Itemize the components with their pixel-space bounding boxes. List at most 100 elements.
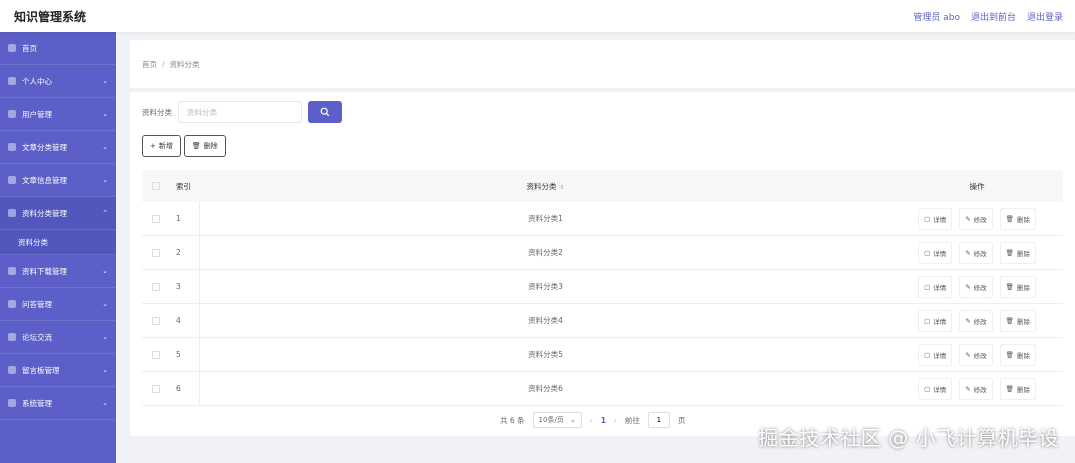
- sidebar-item-home[interactable]: 首页: [0, 32, 116, 65]
- delete-label: 删除: [1016, 351, 1030, 360]
- pagination-total: 共 6 条: [500, 415, 525, 425]
- row-checkbox[interactable]: [152, 282, 160, 291]
- next-page-button[interactable]: ›: [614, 416, 617, 425]
- detail-button[interactable]: ▢ 详情: [918, 377, 953, 400]
- sidebar-item-qa[interactable]: 问答管理 ⌄: [0, 288, 116, 321]
- sidebar-item-system[interactable]: 系统管理 ⌄: [0, 387, 116, 420]
- row-delete-button[interactable]: 🗑 删除: [999, 275, 1036, 298]
- delete-label: 删除: [1016, 385, 1030, 394]
- edit-button[interactable]: ✎ 修改: [959, 309, 993, 332]
- delete-button[interactable]: 🗑 删除: [183, 135, 226, 157]
- sidebar-item-article-category[interactable]: 文章分类管理 ⌄: [0, 131, 116, 164]
- sidebar-item-personal-center[interactable]: 个人中心 ⌄: [0, 65, 116, 98]
- table-row: 3 资料分类3 ▢ 详情 ✎ 修改 🗑 删除: [142, 270, 1063, 304]
- edit-icon: ✎: [965, 282, 971, 291]
- sidebar-item-forum[interactable]: 论坛交流 ⌄: [0, 321, 116, 354]
- row-delete-button[interactable]: 🗑 删除: [999, 241, 1036, 264]
- sidebar-item-label: 论坛交流: [22, 332, 52, 342]
- detail-icon: ▢: [924, 384, 931, 393]
- edit-label: 修改: [973, 317, 987, 326]
- chevron-down-icon: ⌄: [102, 143, 108, 151]
- row-ops: ▢ 详情 ✎ 修改 🗑 删除: [891, 377, 1063, 400]
- users-icon: [8, 110, 16, 118]
- sidebar-subitem-material-category[interactable]: 资料分类: [0, 230, 116, 255]
- detail-label: 详情: [933, 351, 947, 360]
- sidebar-item-article-info[interactable]: 文章信息管理 ⌄: [0, 164, 116, 197]
- row-delete-button[interactable]: 🗑 删除: [999, 343, 1036, 366]
- edit-button[interactable]: ✎ 修改: [959, 207, 993, 230]
- row-checkbox[interactable]: [152, 214, 160, 223]
- detail-button[interactable]: ▢ 详情: [918, 309, 953, 332]
- select-all-cell: [142, 182, 170, 190]
- top-bar-links: 管理员 abo 退出到前台 退出登录: [913, 10, 1063, 23]
- detail-label: 详情: [933, 317, 947, 326]
- goto-label: 前往: [624, 415, 640, 425]
- message-icon: [8, 366, 16, 374]
- breadcrumb-current: 资料分类: [169, 59, 200, 69]
- row-ops: ▢ 详情 ✎ 修改 🗑 删除: [891, 343, 1063, 366]
- prev-page-button[interactable]: ‹: [590, 416, 593, 425]
- logout-link[interactable]: 退出登录: [1027, 10, 1063, 23]
- sidebar-item-material-category[interactable]: 资料分类管理 ⌃: [0, 197, 116, 230]
- table-row: 1 资料分类1 ▢ 详情 ✎ 修改 🗑 删除: [142, 202, 1063, 236]
- edit-button[interactable]: ✎ 修改: [959, 241, 993, 264]
- detail-button[interactable]: ▢ 详情: [918, 207, 953, 230]
- sidebar-item-user-management[interactable]: 用户管理 ⌄: [0, 98, 116, 131]
- row-checkbox[interactable]: [152, 316, 160, 325]
- sidebar-item-material-download[interactable]: 资料下载管理 ⌄: [0, 255, 116, 288]
- exit-to-frontend-link[interactable]: 退出到前台: [971, 10, 1016, 23]
- edit-icon: ✎: [965, 384, 971, 393]
- chevron-down-icon: ⌄: [102, 77, 108, 85]
- sort-icon[interactable]: ⇕: [559, 184, 564, 191]
- detail-label: 详情: [933, 249, 947, 258]
- edit-button[interactable]: ✎ 修改: [959, 343, 993, 366]
- edit-button[interactable]: ✎ 修改: [959, 377, 993, 400]
- search-row: 资料分类: [142, 101, 342, 123]
- edit-label: 修改: [973, 283, 987, 292]
- trash-icon: 🗑: [1005, 214, 1014, 223]
- edit-icon: ✎: [965, 214, 971, 223]
- sidebar-item-label: 文章分类管理: [22, 142, 67, 152]
- sidebar-item-message-board[interactable]: 留言板管理 ⌄: [0, 354, 116, 387]
- select-all-checkbox[interactable]: [152, 182, 160, 190]
- row-delete-button[interactable]: 🗑 删除: [999, 377, 1036, 400]
- header-category[interactable]: 资料分类 ⇕: [200, 181, 891, 192]
- detail-button[interactable]: ▢ 详情: [918, 241, 953, 264]
- table-header: 索引 资料分类 ⇕ 操作: [142, 170, 1063, 202]
- row-index: 4: [170, 304, 200, 337]
- edit-label: 修改: [973, 215, 987, 224]
- row-checkbox[interactable]: [152, 350, 160, 359]
- main-panel: 资料分类 + 新增 🗑 删除 索引 资料分类⇕ 操作 1 资料分类1 ▢详情: [130, 92, 1075, 436]
- row-checkbox[interactable]: [152, 248, 160, 257]
- search-button[interactable]: [308, 101, 342, 123]
- breadcrumb-home[interactable]: 首页: [142, 59, 157, 70]
- chevron-down-icon: ⌄: [102, 366, 108, 374]
- edit-button[interactable]: ✎ 修改: [959, 275, 993, 298]
- admin-user-label[interactable]: 管理员 abo: [913, 10, 960, 23]
- qa-icon: [8, 300, 16, 308]
- trash-icon: 🗑: [1005, 248, 1014, 257]
- search-input[interactable]: [178, 101, 302, 123]
- add-button[interactable]: + 新增: [142, 135, 181, 157]
- header-ops: 操作: [969, 181, 985, 191]
- row-checkbox[interactable]: [152, 384, 160, 393]
- row-delete-button[interactable]: 🗑 删除: [999, 207, 1036, 230]
- page-number-current[interactable]: 1: [601, 416, 606, 425]
- chevron-down-icon: ⌄: [102, 110, 108, 118]
- detail-button[interactable]: ▢ 详情: [918, 343, 953, 366]
- table-row: 6 资料分类6 ▢ 详情 ✎ 修改 🗑 删除: [142, 372, 1063, 406]
- header-category-label: 资料分类: [526, 181, 557, 191]
- detail-icon: ▢: [924, 214, 931, 223]
- sidebar: 首页 个人中心 ⌄ 用户管理 ⌄ 文章分类管理 ⌄ 文章信息管理 ⌄ 资料分类管…: [0, 32, 116, 463]
- goto-page-input[interactable]: [647, 412, 670, 428]
- chevron-down-icon: ⌄: [569, 416, 576, 424]
- article-icon: [8, 176, 16, 184]
- table-row: 4 资料分类4 ▢ 详情 ✎ 修改 🗑 删除: [142, 304, 1063, 338]
- row-delete-button[interactable]: 🗑 删除: [999, 309, 1036, 332]
- detail-label: 详情: [933, 385, 947, 394]
- detail-button[interactable]: ▢ 详情: [918, 275, 953, 298]
- edit-label: 修改: [973, 351, 987, 360]
- goto-suffix: 页: [677, 415, 686, 425]
- pagination: 共 6 条 10条/页 ⌄ ‹ 1 › 前往 页: [500, 412, 685, 428]
- page-size-select[interactable]: 10条/页 ⌄: [532, 412, 582, 428]
